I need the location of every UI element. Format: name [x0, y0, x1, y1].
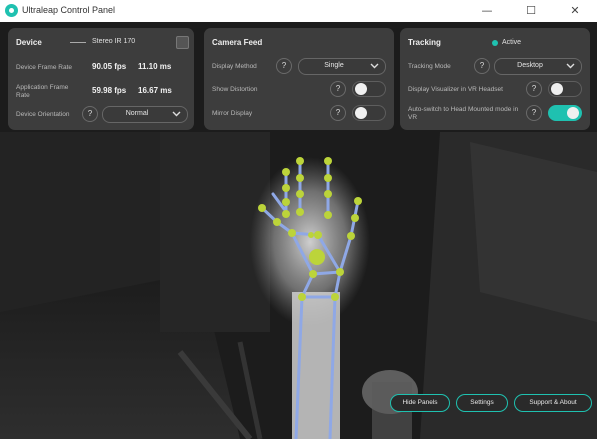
- display-method-dropdown[interactable]: Single: [298, 58, 386, 75]
- show-distortion-toggle[interactable]: [352, 81, 386, 97]
- auto-switch-toggle[interactable]: [548, 105, 582, 121]
- tracking-panel: Tracking Active Tracking Mode ? Desktop …: [400, 28, 590, 130]
- help-icon[interactable]: ?: [474, 58, 490, 74]
- mirror-display-label: Mirror Display: [212, 110, 253, 117]
- tracking-status: Active: [502, 39, 522, 46]
- orientation-dropdown[interactable]: Normal: [102, 106, 188, 123]
- mirror-display-toggle[interactable]: [352, 105, 386, 121]
- camera-feed-panel: Camera Feed Display Method ? Single Show…: [204, 28, 394, 130]
- help-icon[interactable]: ?: [526, 105, 542, 121]
- help-icon[interactable]: ?: [526, 81, 542, 97]
- frame-rate-ms: 11.10 ms: [138, 62, 172, 71]
- camera-feed-heading: Camera Feed: [212, 38, 263, 47]
- window-title: Ultraleap Control Panel: [22, 5, 116, 15]
- frame-rate-fps: 90.05 fps: [92, 62, 127, 71]
- help-icon[interactable]: ?: [330, 81, 346, 97]
- chevron-down-icon: [370, 63, 379, 69]
- app-frame-rate-ms: 16.67 ms: [138, 86, 172, 95]
- divider: [70, 42, 86, 43]
- orientation-value: Normal: [125, 110, 149, 117]
- device-panel: Device Stereo IR 170 Device Frame Rate 9…: [8, 28, 194, 130]
- toggle-knob: [567, 107, 579, 119]
- auto-switch-label: Auto-switch to Head Mounted mode in VR: [408, 106, 519, 121]
- close-button[interactable]: ✕: [553, 0, 597, 22]
- toggle-knob: [355, 83, 367, 95]
- help-icon[interactable]: ?: [330, 105, 346, 121]
- tracking-mode-value: Desktop: [517, 62, 543, 69]
- app-frame-rate-fps: 59.98 fps: [92, 86, 127, 95]
- tracking-mode-dropdown[interactable]: Desktop: [494, 58, 582, 75]
- frame-rate-label: Device Frame Rate: [16, 64, 72, 71]
- display-method-label: Display Method: [212, 63, 257, 70]
- device-heading: Device: [16, 38, 42, 47]
- help-icon[interactable]: ?: [276, 58, 292, 74]
- app-frame-rate-label: Application Frame Rate: [16, 84, 69, 99]
- vr-visualizer-toggle[interactable]: [548, 81, 582, 97]
- support-about-button[interactable]: Support & About: [514, 394, 592, 412]
- device-name: Stereo IR 170: [92, 38, 136, 45]
- toggle-knob: [551, 83, 563, 95]
- maximize-button[interactable]: ☐: [509, 0, 553, 22]
- tracking-mode-label: Tracking Mode: [408, 63, 451, 70]
- help-icon[interactable]: ?: [82, 106, 98, 122]
- device-settings-icon[interactable]: [176, 36, 189, 49]
- hide-panels-button[interactable]: Hide Panels: [390, 394, 450, 412]
- chevron-down-icon: [566, 63, 575, 69]
- vr-visualizer-label: Display Visualizer in VR Headset: [408, 86, 503, 93]
- settings-button[interactable]: Settings: [456, 394, 508, 412]
- status-dot-icon: [492, 40, 498, 46]
- title-bar: Ultraleap Control Panel — ☐ ✕: [0, 0, 597, 23]
- minimize-button[interactable]: —: [465, 0, 509, 22]
- display-method-value: Single: [324, 62, 344, 69]
- orientation-label: Device Orientation: [16, 111, 70, 118]
- ultraleap-logo-icon: [5, 4, 18, 17]
- tracking-heading: Tracking: [408, 38, 441, 47]
- show-distortion-label: Show Distortion: [212, 86, 258, 93]
- toggle-knob: [355, 107, 367, 119]
- chevron-down-icon: [172, 111, 181, 117]
